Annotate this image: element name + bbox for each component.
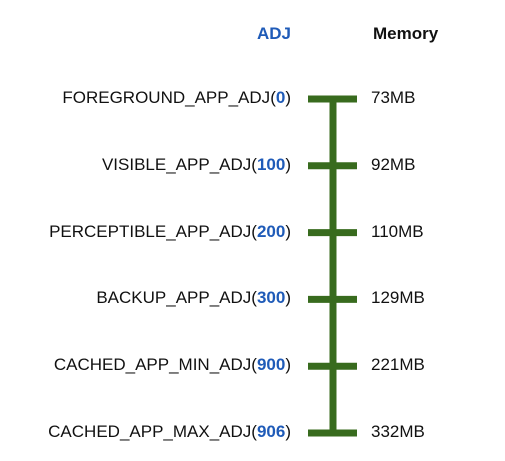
- adj-label: CACHED_APP_MIN_ADJ(900): [53, 355, 291, 375]
- memory-value: 110MB: [371, 221, 424, 241]
- adj-name: PERCEPTIBLE_APP_ADJ: [49, 221, 252, 241]
- adj-name: CACHED_APP_MAX_ADJ: [48, 422, 252, 441]
- adj-name: FOREGROUND_APP_ADJ: [62, 88, 271, 107]
- memory-value: 73MB: [371, 88, 416, 107]
- adj-label: VISIBLE_APP_ADJ(100): [101, 154, 291, 174]
- memory-value: 221MB: [371, 355, 425, 375]
- adj-label: FOREGROUND_APP_ADJ(0): [62, 88, 291, 107]
- adj-value: 200: [256, 221, 286, 241]
- adj-name: BACKUP_APP_ADJ: [96, 288, 252, 308]
- adj-name: CACHED_APP_MIN_ADJ: [53, 355, 252, 375]
- adj-label: CACHED_APP_MAX_ADJ(906): [48, 422, 291, 441]
- adj-value: 300: [256, 288, 286, 308]
- memory-value: 129MB: [371, 288, 425, 308]
- adj-name: VISIBLE_APP_ADJ: [101, 154, 252, 174]
- memory-value: 92MB: [371, 154, 416, 174]
- adj-value: 100: [256, 154, 286, 174]
- adj-value: 0: [275, 88, 286, 107]
- adj-label: BACKUP_APP_ADJ(300): [96, 288, 291, 308]
- adj-label: PERCEPTIBLE_APP_ADJ(200): [49, 221, 291, 241]
- adj-value: 906: [256, 422, 286, 441]
- memory-value: 332MB: [371, 422, 425, 441]
- adj-value: 900: [256, 355, 286, 375]
